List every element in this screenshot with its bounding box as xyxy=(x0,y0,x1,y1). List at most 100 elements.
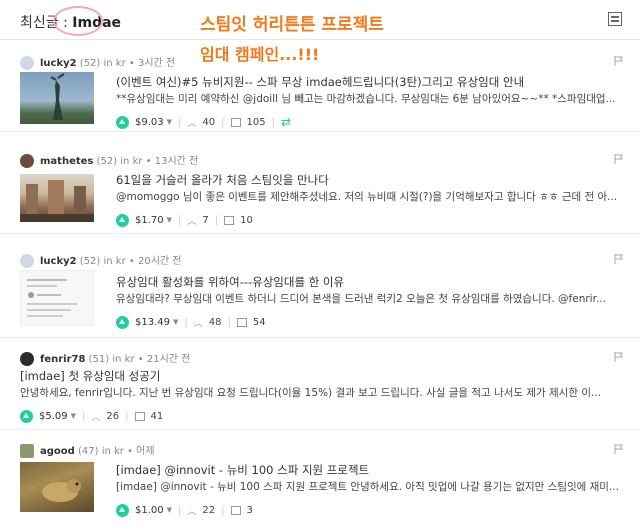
divider: | xyxy=(214,214,219,226)
avatar[interactable] xyxy=(20,444,34,458)
upvote-icon[interactable] xyxy=(116,503,129,517)
payout-amount[interactable]: $1.70 xyxy=(135,215,164,226)
author-name[interactable]: mathetes xyxy=(40,156,93,167)
post-title[interactable]: 유상임대 활성화를 위하여---유상임대를 한 이유 xyxy=(116,274,630,290)
post-meta: lucky2 (52) in kr • 20시간 전 xyxy=(20,252,182,268)
comment-count[interactable]: 3 xyxy=(247,505,253,516)
post-item[interactable]: agood (47) in kr • 어제 [imdae] @innovit -… xyxy=(0,430,640,528)
menu-icon[interactable] xyxy=(608,12,622,26)
post-thumbnail[interactable] xyxy=(20,174,94,222)
divider: | xyxy=(221,504,225,516)
author-reputation: (52) xyxy=(79,58,101,69)
post-excerpt[interactable]: 유상임대라? 무상임대 이벤트 하더니 드디어 본색을 드러낸 럭키2 오늘은 … xyxy=(116,292,630,307)
divider: | xyxy=(82,410,86,422)
post-time: • 21시간 전 xyxy=(137,354,191,365)
vote-count[interactable]: 48 xyxy=(209,317,222,328)
post-excerpt[interactable]: 안녕하세요, fenrir입니다. 지난 번 유상임대 요청 드립니다(이율 1… xyxy=(20,386,630,401)
post-category[interactable]: in kr xyxy=(104,58,126,69)
post-title[interactable]: 61일을 거슬러 올라가 처음 스팀잇을 만나다 xyxy=(116,172,630,188)
author-name[interactable]: lucky2 xyxy=(40,256,77,267)
post-actions: $1.00 ▼ | ︿ 22 | 3 xyxy=(116,503,630,517)
post-time: • 어제 xyxy=(127,446,155,457)
flag-icon[interactable] xyxy=(614,444,624,454)
post-time: • 3시간 전 xyxy=(128,58,176,69)
post-thumbnail[interactable] xyxy=(20,270,94,326)
author-name[interactable]: lucky2 xyxy=(40,58,77,69)
post-category[interactable]: in kr xyxy=(120,156,142,167)
comment-icon[interactable] xyxy=(230,505,241,515)
post-content: (이벤트 여신)#5 뉴비지원-- 스파 무상 imdae헤드립니다(3탄)그리… xyxy=(116,74,630,129)
post-content: [imdae] 첫 유상임대 성공기 안녕하세요, fenrir입니다. 지난 … xyxy=(20,368,630,423)
chevron-up-icon: ︿ xyxy=(91,412,101,423)
highlight-circle xyxy=(53,6,103,36)
vote-count[interactable]: 40 xyxy=(202,117,215,128)
author-name[interactable]: agood xyxy=(40,446,75,457)
avatar[interactable] xyxy=(20,56,34,70)
post-category[interactable]: in kr xyxy=(102,446,124,457)
post-actions: $5.09 ▼ | ︿ 26 | 41 xyxy=(20,409,630,423)
post-category[interactable]: in kr xyxy=(104,256,126,267)
author-name[interactable]: fenrir78 xyxy=(40,354,85,365)
avatar[interactable] xyxy=(20,154,34,168)
flag-icon[interactable] xyxy=(614,254,624,264)
chevron-up-icon: ︿ xyxy=(187,118,197,129)
post-title[interactable]: [imdae] @innovit - 뉴비 100 스파 지원 프로젝트 xyxy=(116,462,630,478)
divider: | xyxy=(178,214,182,226)
post-title[interactable]: (이벤트 여신)#5 뉴비지원-- 스파 무상 imdae헤드립니다(3탄)그리… xyxy=(116,74,630,90)
post-time: • 13시간 전 xyxy=(145,156,199,167)
post-excerpt[interactable]: @momoggo 님이 좋은 이벤트를 제안해주셨네요. 저의 뉴비때 시절(?… xyxy=(116,190,630,205)
post-actions: $9.03 ▼ | ︿ 40 | 105 | ⇄ xyxy=(116,115,630,129)
author-reputation: (47) xyxy=(78,446,99,457)
caret-down-icon[interactable]: ▼ xyxy=(167,216,172,224)
divider: | xyxy=(227,316,231,328)
post-content: 61일을 거슬러 올라가 처음 스팀잇을 만나다 @momoggo 님이 좋은 … xyxy=(116,172,630,227)
post-thumbnail[interactable] xyxy=(20,72,94,124)
post-actions: $1.70 ▼ | ︿ 7 | 10 xyxy=(116,213,630,227)
comment-icon[interactable] xyxy=(230,117,241,127)
vote-count[interactable]: 26 xyxy=(106,411,119,422)
divider: | xyxy=(271,116,275,128)
upvote-icon[interactable] xyxy=(116,115,129,129)
comment-count[interactable]: 105 xyxy=(247,117,266,128)
upvote-icon[interactable] xyxy=(20,409,33,423)
flag-icon[interactable] xyxy=(614,56,624,66)
resteem-icon[interactable]: ⇄ xyxy=(281,115,291,129)
comment-icon[interactable] xyxy=(224,215,235,225)
post-item[interactable]: mathetes (52) in kr • 13시간 전 61일을 거슬러 올라… xyxy=(0,140,640,234)
flag-icon[interactable] xyxy=(614,352,624,362)
upvote-icon[interactable] xyxy=(116,315,129,329)
post-item[interactable]: fenrir78 (51) in kr • 21시간 전 [imdae] 첫 유… xyxy=(0,338,640,430)
author-reputation: (52) xyxy=(96,156,118,167)
caret-down-icon[interactable]: ▼ xyxy=(173,318,178,326)
caret-down-icon[interactable]: ▼ xyxy=(167,506,172,514)
flag-icon[interactable] xyxy=(614,154,624,164)
post-title[interactable]: [imdae] 첫 유상임대 성공기 xyxy=(20,368,620,384)
divider: | xyxy=(125,410,129,422)
post-excerpt[interactable]: **유상임대는 미리 예약하신 @jdoill 님 빼고는 마감하겠습니다. 무… xyxy=(116,92,630,107)
post-item[interactable]: lucky2 (52) in kr • 3시간 전 (이벤트 여신)#5 뉴비지… xyxy=(0,42,640,132)
comment-icon[interactable] xyxy=(134,411,145,421)
post-content: 유상임대 활성화를 위하여---유상임대를 한 이유 유상임대라? 무상임대 이… xyxy=(116,274,630,329)
divider: | xyxy=(184,316,188,328)
post-category[interactable]: in kr xyxy=(112,354,134,365)
caret-down-icon[interactable]: ▼ xyxy=(71,412,76,420)
comment-count[interactable]: 10 xyxy=(240,215,253,226)
post-thumbnail[interactable] xyxy=(20,462,94,512)
vote-count[interactable]: 22 xyxy=(202,505,215,516)
divider: | xyxy=(221,116,225,128)
comment-count[interactable]: 54 xyxy=(253,317,266,328)
caret-down-icon[interactable]: ▼ xyxy=(167,118,172,126)
vote-count[interactable]: 7 xyxy=(202,215,208,226)
payout-amount[interactable]: $1.00 xyxy=(135,505,164,516)
avatar[interactable] xyxy=(20,254,34,268)
post-excerpt[interactable]: [imdae] @innovit - 뉴비 100 스파 지원 프로젝트 안녕하… xyxy=(116,480,630,495)
divider: | xyxy=(178,116,182,128)
comment-count[interactable]: 41 xyxy=(151,411,164,422)
avatar[interactable] xyxy=(20,352,34,366)
payout-amount[interactable]: $5.09 xyxy=(39,411,68,422)
payout-amount[interactable]: $13.49 xyxy=(135,317,170,328)
payout-amount[interactable]: $9.03 xyxy=(135,117,164,128)
comment-icon[interactable] xyxy=(236,317,247,327)
upvote-icon[interactable] xyxy=(116,213,129,227)
post-item[interactable]: lucky2 (52) in kr • 20시간 전 유상임대 활성화를 위하여… xyxy=(0,242,640,338)
